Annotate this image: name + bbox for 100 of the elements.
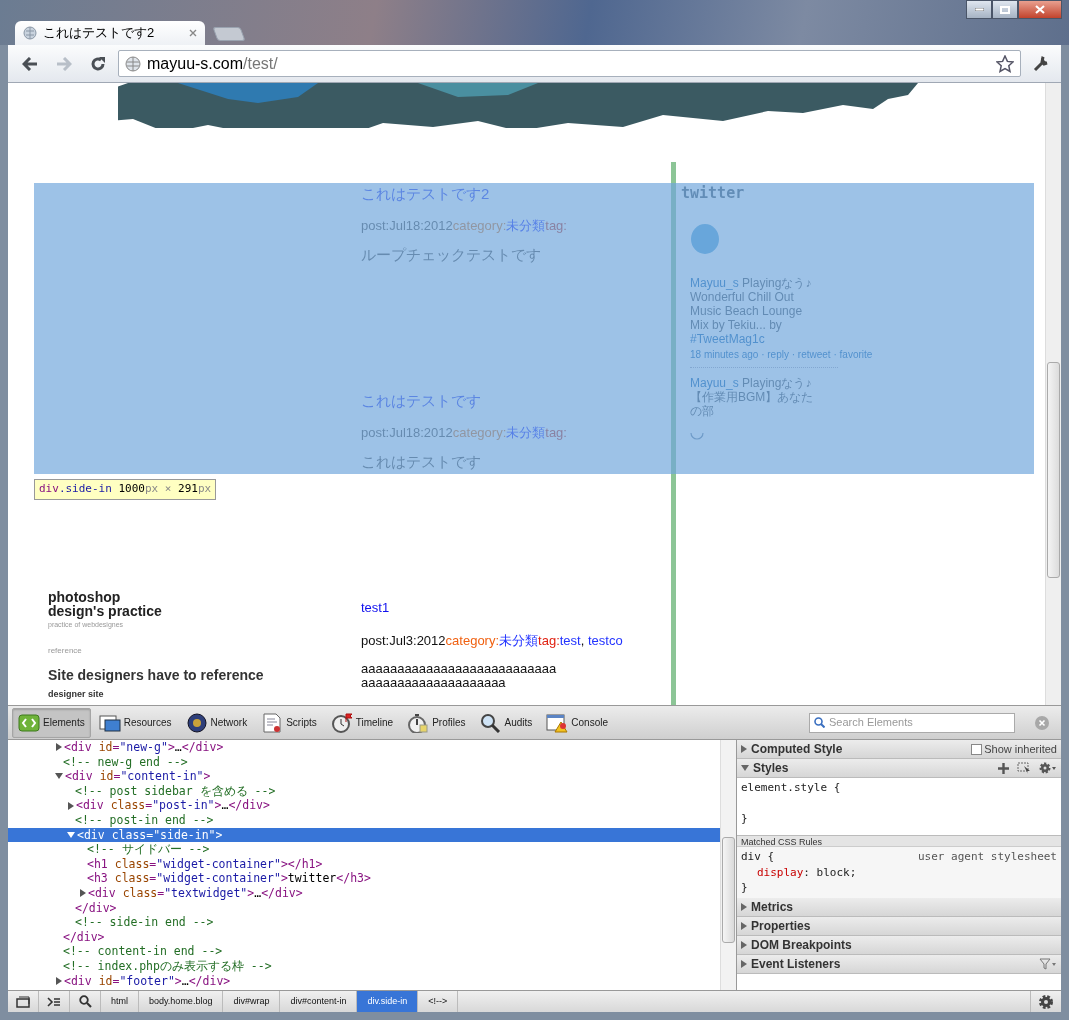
dom-tree-row[interactable]: <h3 class="widget-container">twitter</h3> <box>8 871 720 886</box>
browser-tab[interactable]: これはテストです2 <box>15 21 205 45</box>
page-scrollbar[interactable] <box>1045 83 1061 705</box>
filter-icon[interactable] <box>1039 957 1057 970</box>
reload-icon <box>90 55 106 72</box>
network-icon <box>185 712 208 733</box>
dom-tree-row[interactable]: <div id="new-g">…</div> <box>8 740 720 755</box>
close-icon[interactable] <box>189 29 197 37</box>
separator-dot: · <box>832 349 838 360</box>
url-text: mayuu-s.com/test/ <box>147 53 278 74</box>
breadcrumb[interactable]: body.home.blog <box>139 991 224 1012</box>
dom-tree-row[interactable]: <!-- post sidebar を含める --> <box>8 783 720 799</box>
panel-tab[interactable]: Elements <box>12 707 91 738</box>
elements-icon <box>18 712 40 733</box>
plus-icon[interactable] <box>998 762 1009 774</box>
section-heading: Site designers have to reference <box>48 665 265 685</box>
forward-arrow-icon <box>56 56 72 71</box>
dom-tree-row[interactable]: <!-- side-in end --> <box>8 915 720 930</box>
category-link[interactable]: 未分類 <box>499 633 539 648</box>
scripts-icon <box>261 712 284 733</box>
breadcrumb[interactable]: div.side-in <box>357 991 419 1012</box>
tag-link[interactable]: testco <box>587 633 623 648</box>
scrollbar-thumb[interactable] <box>722 837 735 943</box>
separator-dot: · <box>790 349 797 360</box>
css-property[interactable]: display: block; <box>741 864 1057 880</box>
search-icon <box>78 995 92 1008</box>
post-title-link[interactable]: test1 <box>361 598 671 618</box>
panel-tab[interactable]: Timeline <box>324 707 400 738</box>
dom-tree-row[interactable]: <h1 class="widget-container"></h1> <box>8 856 720 872</box>
close-button[interactable] <box>1018 0 1062 19</box>
disclosure-triangle-icon[interactable] <box>56 743 62 752</box>
element-picker-icon[interactable] <box>1017 762 1031 774</box>
audits-icon <box>479 712 502 733</box>
dom-tree-row[interactable]: <div class="textwidget">…</div> <box>8 885 720 901</box>
panel-tab[interactable]: Console <box>540 707 615 738</box>
resources-icon <box>98 712 121 733</box>
widget-heading: twitter <box>681 184 746 202</box>
timeline-icon <box>330 712 353 733</box>
globe-icon <box>23 26 37 40</box>
css-rule-selector[interactable]: div { <box>741 849 775 865</box>
breadcrumb[interactable]: div#wrap <box>223 991 281 1012</box>
address-bar[interactable]: mayuu-s.com/test/ <box>118 50 1021 77</box>
dom-tree-row[interactable]: <div id="content-in"> <box>8 769 720 784</box>
avatar <box>691 224 719 254</box>
subheading: designer site <box>48 688 105 700</box>
show-inherited-checkbox[interactable]: Show inherited <box>971 740 1057 758</box>
dom-tree-row[interactable]: <!-- new-g end --> <box>8 754 720 770</box>
panel-tab[interactable]: Profiles <box>401 707 472 738</box>
dom-tree-row[interactable]: </div> <box>8 929 720 945</box>
console-icon <box>546 712 569 733</box>
separator-dot: · <box>760 349 766 360</box>
dom-tree-row[interactable]: </div> <box>8 900 720 916</box>
minimize-icon <box>974 8 984 11</box>
profiles-icon <box>407 712 430 733</box>
back-arrow-icon <box>22 56 38 71</box>
panel-tab[interactable]: Resources <box>92 707 178 738</box>
minimize-button[interactable] <box>966 0 992 19</box>
panel-tab[interactable]: Scripts <box>255 707 323 738</box>
loading-spinner-icon <box>690 432 704 440</box>
post-body-text: aaaaaaaaaaaaaaaaaaaaaaaaaaa <box>361 662 558 676</box>
disclosure-triangle-icon[interactable] <box>80 889 86 898</box>
wrench-icon <box>1032 54 1050 73</box>
dom-tree-row[interactable]: <div id="footer">…</div> <box>8 973 720 989</box>
breadcrumb[interactable]: html <box>101 991 139 1012</box>
pane-header[interactable]: Styles <box>737 759 1061 778</box>
window-icon <box>16 995 30 1008</box>
search-icon <box>814 717 825 728</box>
element-size-tooltip: div.side-in 1000px × 291px <box>34 479 217 500</box>
scrollbar-thumb[interactable] <box>1047 362 1060 578</box>
tag-link[interactable]: test <box>559 633 581 648</box>
dom-tree-row[interactable]: <!-- post-in end --> <box>8 812 720 828</box>
disclosure-triangle-icon[interactable] <box>56 976 62 985</box>
post-meta: post:Jul3:2012category:未分類tag:test, testco <box>361 632 624 650</box>
disclosure-triangle-icon[interactable] <box>68 801 74 810</box>
dom-tree-row[interactable]: <div class="post-in">…</div> <box>8 798 720 813</box>
breadcrumb[interactable]: <!--> <box>418 991 459 1012</box>
matched-rules-header: Matched CSS Rules <box>737 835 1061 847</box>
css-rule-brace: } <box>741 810 749 826</box>
gear-icon <box>1038 993 1054 1010</box>
panel-tab[interactable]: Network <box>179 707 254 738</box>
disclosure-triangle-icon[interactable] <box>55 773 63 780</box>
globe-icon <box>125 55 141 72</box>
pane-header[interactable]: Computed Style Show inherited <box>737 740 1061 759</box>
gear-icon[interactable] <box>1039 762 1057 774</box>
dom-scrollbar[interactable] <box>720 740 736 990</box>
site-title[interactable]: photoshop design's practice <box>48 590 361 618</box>
dom-tree-row[interactable]: <!-- content-in end --> <box>8 944 720 959</box>
post-body-text: aaaaaaaaaaaaaaaaaaaa <box>361 676 507 690</box>
css-rule-selector[interactable]: element.style { <box>741 780 1057 796</box>
css-rule-brace: } <box>741 880 749 896</box>
dom-tree-row[interactable]: <!-- index.phpのみ表示する枠 --> <box>8 958 720 974</box>
maximize-icon <box>1000 5 1010 14</box>
stylesheet-origin: user agent stylesheet <box>917 849 1057 865</box>
dom-tree-row[interactable]: <!-- サイドバー --> <box>8 842 720 857</box>
panel-tab[interactable]: Audits <box>473 707 539 738</box>
section-label: reference <box>48 644 83 657</box>
dom-tree-row[interactable]: <div class="side-in"> <box>8 827 720 843</box>
search-field[interactable]: Search Elements <box>809 712 1015 733</box>
maximize-button[interactable] <box>992 0 1018 19</box>
star-icon[interactable] <box>996 54 1014 73</box>
